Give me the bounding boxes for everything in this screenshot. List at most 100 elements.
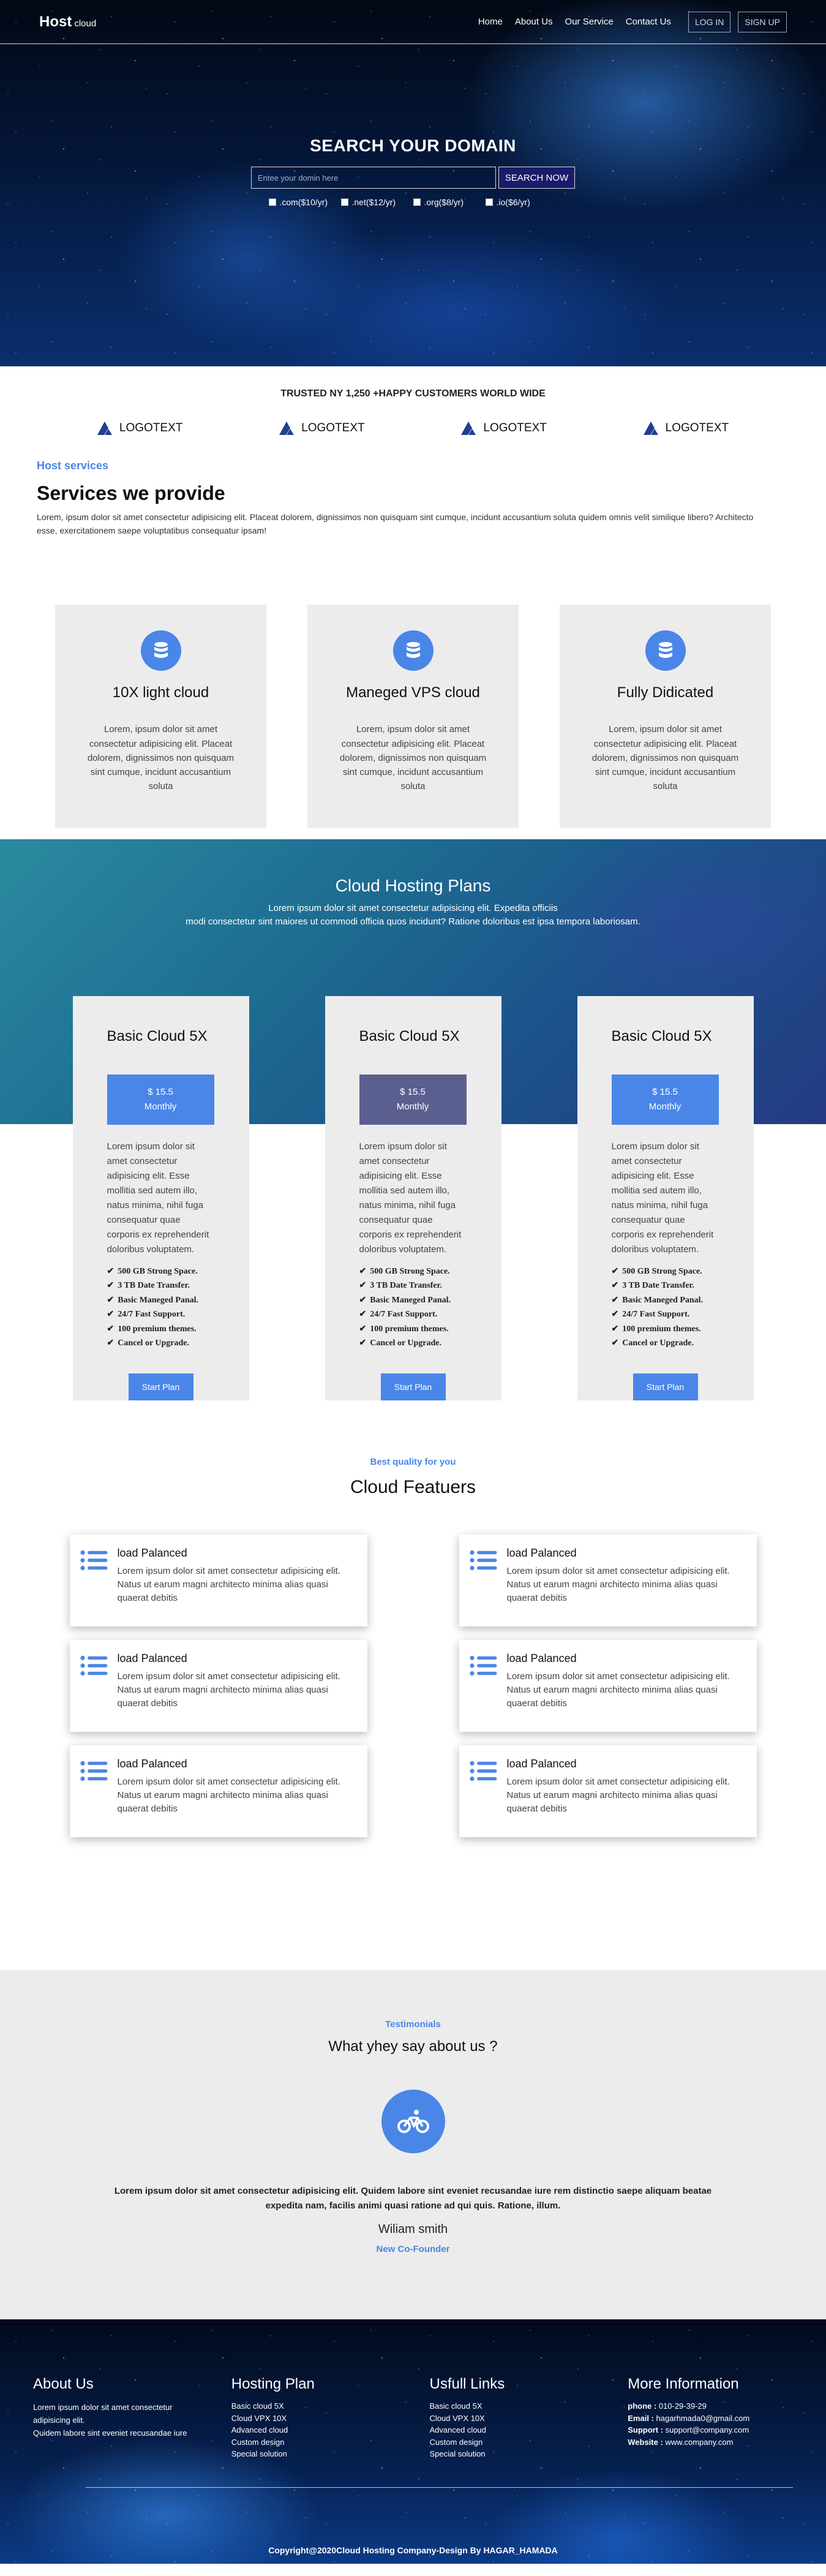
- feature-card-title: load Palanced: [117, 1547, 187, 1560]
- trusted-section: TRUSTED NY 1,250 +HAPPY CUSTOMERS WORLD …: [0, 366, 826, 453]
- partner-logo: LOGOTEXT: [643, 421, 729, 435]
- nav-link-home[interactable]: Home: [478, 17, 503, 27]
- check-icon: ✔: [107, 1266, 115, 1276]
- footer-link[interactable]: Custom design: [231, 2436, 430, 2449]
- footer-link[interactable]: Special solution: [430, 2448, 628, 2460]
- tld-checkbox[interactable]: [340, 198, 348, 206]
- info-label: Support :: [628, 2425, 664, 2435]
- footer-hosting-plan: Hosting Plan Basic cloud 5X Cloud VPX 10…: [231, 2376, 430, 2460]
- footer-phone: phone : 010-29-39-29: [628, 2400, 826, 2412]
- footer-hosting-list: Basic cloud 5X Cloud VPX 10X Advanced cl…: [231, 2400, 430, 2460]
- footer-link[interactable]: Basic cloud 5X: [430, 2400, 628, 2412]
- feature-card-body: load Palanced Lorem ipsum dolor sit amet …: [118, 1652, 355, 1732]
- trusted-title: TRUSTED NY 1,250 +HAPPY CUSTOMERS WORLD …: [280, 388, 546, 399]
- plan-feature-text: Cancel or Upgrade.: [370, 1339, 442, 1348]
- plan-feature-text: Basic Maneged Panal.: [622, 1295, 704, 1305]
- footer-link[interactable]: Special solution: [231, 2448, 430, 2460]
- plan-description: Lorem ipsum dolor sit amet consectetur a…: [611, 1141, 714, 1255]
- signup-button[interactable]: SIGN UP: [738, 11, 787, 32]
- footer-link[interactable]: Advanced cloud: [231, 2424, 430, 2436]
- login-button[interactable]: LOG IN: [688, 11, 731, 32]
- plan-name: Basic Cloud 5X: [107, 1027, 208, 1044]
- service-card-title: 10X light cloud: [112, 684, 209, 701]
- site-logo[interactable]: Host cloud: [39, 13, 96, 31]
- service-card: Fully Didicated Lorem, ipsum dolor sit a…: [560, 605, 771, 829]
- plans-section: Cloud Hosting Plans Lorem ipsum dolor si…: [0, 839, 826, 1440]
- footer-link[interactable]: Cloud VPX 10X: [231, 2412, 430, 2425]
- tld-option-net[interactable]: .net($12/yr): [340, 197, 413, 207]
- nav-link-contact[interactable]: Contact Us: [626, 17, 671, 27]
- footer-link[interactable]: Custom design: [430, 2436, 628, 2449]
- footer-about-line: Quidem labore sint eveniet recusandae iu…: [33, 2428, 187, 2438]
- plan-feature: ✔ 500 GB Strong Space.: [612, 1264, 719, 1279]
- footer-link[interactable]: Advanced cloud: [430, 2424, 628, 2436]
- start-plan-button[interactable]: Start Plan: [128, 1373, 193, 1400]
- footer-columns: About Us Lorem ipsum dolor sit amet cons…: [0, 2319, 826, 2460]
- feature-card-body: load Palanced Lorem ipsum dolor sit amet …: [507, 1547, 745, 1626]
- plan-feature: ✔ Cancel or Upgrade.: [612, 1336, 719, 1351]
- search-now-button[interactable]: SEARCH NOW: [498, 167, 576, 189]
- plan-period: Monthly: [396, 1101, 429, 1112]
- feature-card-text: Lorem ipsum dolor sit amet consectetur a…: [117, 1566, 340, 1603]
- features-title: Cloud Featuers: [350, 1477, 476, 1498]
- list-icon: [469, 1761, 497, 1781]
- start-plan-button[interactable]: Start Plan: [633, 1373, 698, 1400]
- tld-checkbox[interactable]: [485, 198, 493, 206]
- footer-link[interactable]: Basic cloud 5X: [231, 2400, 430, 2412]
- plan-feature: ✔ Cancel or Upgrade.: [107, 1336, 215, 1351]
- auth-buttons: LOG IN SIGN UP: [688, 11, 787, 32]
- service-card-text: Lorem, ipsum dolor sit amet consectetur …: [87, 724, 235, 792]
- nav-link-about[interactable]: About Us: [515, 17, 553, 27]
- testimonials-title: What yhey say about us ?: [328, 2038, 498, 2055]
- plan-feature-text: 3 TB Date Transfer.: [118, 1281, 190, 1291]
- features-grid: load Palanced Lorem ipsum dolor sit amet …: [0, 1535, 826, 1838]
- check-icon: ✔: [107, 1339, 115, 1348]
- tld-checkbox[interactable]: [413, 198, 421, 206]
- footer-link[interactable]: Cloud VPX 10X: [430, 2412, 628, 2425]
- check-icon: ✔: [359, 1266, 367, 1276]
- check-icon: ✔: [359, 1281, 367, 1291]
- partner-logo-text: LOGOTEXT: [119, 421, 183, 434]
- check-icon: ✔: [359, 1324, 367, 1334]
- check-icon: ✔: [359, 1339, 367, 1348]
- partner-logo-text: LOGOTEXT: [665, 421, 729, 434]
- footer-links-list: Basic cloud 5X Cloud VPX 10X Advanced cl…: [430, 2400, 628, 2460]
- footer-about: About Us Lorem ipsum dolor sit amet cons…: [33, 2376, 231, 2460]
- tld-option-io[interactable]: .io($6/yr): [485, 197, 558, 207]
- search-row: SEARCH NOW: [0, 167, 826, 189]
- plan-feature-text: Basic Maneged Panal.: [118, 1295, 199, 1305]
- feature-card: load Palanced Lorem ipsum dolor sit amet …: [459, 1535, 757, 1627]
- testimonial-role: New Co-Founder: [376, 2243, 450, 2254]
- tld-checkbox[interactable]: [268, 198, 276, 206]
- plan-feature: ✔ 24/7 Fast Support.: [107, 1307, 215, 1322]
- nav-link-service[interactable]: Our Service: [565, 17, 614, 27]
- feature-card: load Palanced Lorem ipsum dolor sit amet …: [69, 1640, 367, 1732]
- domain-search: SEARCH YOUR DOMAIN SEARCH NOW .com($10/y…: [0, 136, 826, 207]
- services-eyebrow: Host services: [37, 459, 109, 472]
- database-icon: [645, 630, 686, 671]
- check-icon: ✔: [611, 1339, 619, 1348]
- tld-options: .com($10/yr) .net($12/yr) .org($8/yr) .i…: [0, 197, 826, 207]
- tld-option-com[interactable]: .com($10/yr): [268, 197, 341, 207]
- start-plan-button[interactable]: Start Plan: [380, 1373, 446, 1400]
- check-icon: ✔: [107, 1281, 115, 1291]
- plan-feature-text: Cancel or Upgrade.: [118, 1339, 190, 1348]
- info-label: Website :: [628, 2437, 663, 2447]
- footer-email: Email : hagarhmada0@gmail.com: [628, 2412, 826, 2425]
- tld-option-org[interactable]: .org($8/yr): [413, 197, 486, 207]
- footer-about-text: Lorem ipsum dolor sit amet consectetur a…: [33, 2401, 198, 2439]
- plan-price-box: $ 15.5 Monthly: [359, 1074, 467, 1125]
- testimonial-quote: Lorem ipsum dolor sit amet consectetur a…: [114, 2186, 712, 2211]
- plan-feature: ✔ 100 premium themes.: [359, 1322, 467, 1337]
- service-card-title: Maneged VPS cloud: [346, 684, 480, 701]
- info-value: 010-29-39-29: [658, 2401, 707, 2411]
- domain-search-input[interactable]: [250, 167, 496, 189]
- feature-card-text: Lorem ipsum dolor sit amet consectetur a…: [506, 1566, 730, 1603]
- plan-feature-text: Cancel or Upgrade.: [622, 1339, 694, 1348]
- plan-name: Basic Cloud 5X: [359, 1027, 460, 1044]
- plan-feature: ✔ 3 TB Date Transfer.: [107, 1279, 215, 1293]
- footer-hosting-title: Hosting Plan: [231, 2376, 315, 2393]
- feature-card-body: load Palanced Lorem ipsum dolor sit amet …: [507, 1758, 745, 1837]
- plan-feature-text: 100 premium themes.: [622, 1324, 701, 1334]
- info-value: hagarhmada0@gmail.com: [656, 2413, 750, 2423]
